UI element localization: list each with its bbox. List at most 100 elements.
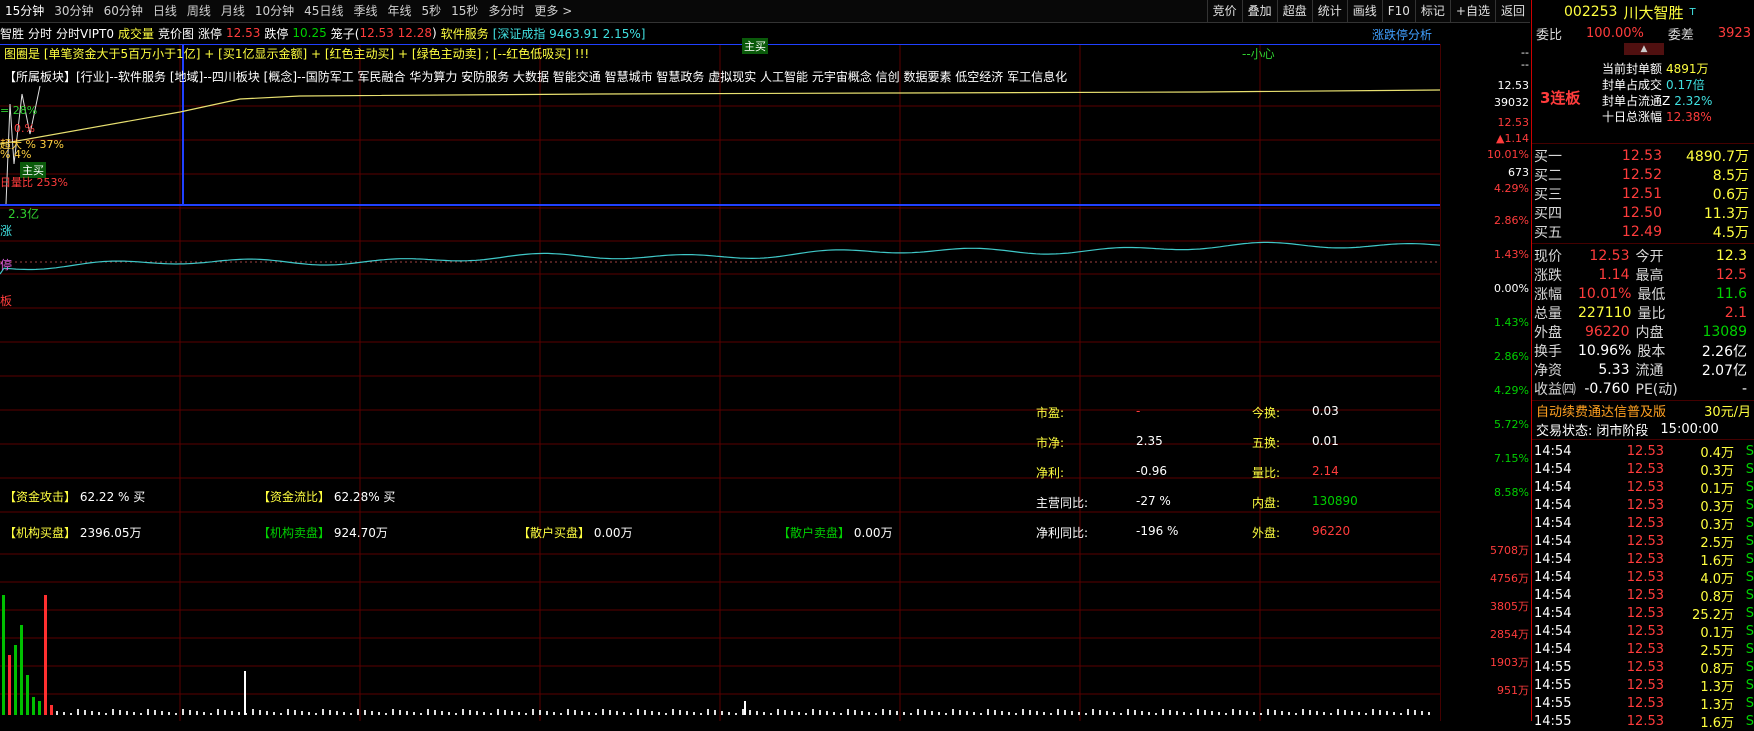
bid-book: 买一 12.53 4890.7万 买二 12.52 8.5万 买三 12.51 0.6万 买四 12…: [1532, 144, 1754, 244]
quote-value: 10.96%: [1578, 343, 1632, 359]
fin-inner-label: 内盘:: [1252, 496, 1281, 510]
volume-bar: [952, 709, 954, 715]
zj-flow: 【资金流比】 62.28% 买: [258, 488, 395, 505]
volume-bar: [770, 713, 772, 715]
quote-row: 总量 227110 量比 2.1: [1532, 303, 1754, 322]
bid-price: 12.50: [1621, 205, 1662, 221]
axis-label: 10.01%: [1487, 148, 1529, 161]
sector-label[interactable]: 软件服务: [441, 25, 489, 42]
chevron-up-icon[interactable]: ▲: [1624, 43, 1664, 55]
volume-bar: [1057, 709, 1059, 715]
tab-fenshi[interactable]: 分时: [28, 25, 52, 42]
timeframe-tab-11[interactable]: 15秒: [446, 0, 483, 22]
volume-bar: [672, 709, 674, 715]
timeframe-tab-6[interactable]: 10分钟: [250, 0, 299, 22]
quote-label: 最高: [1635, 268, 1664, 284]
bid-row[interactable]: 买五 12.49 4.5万: [1532, 222, 1754, 241]
timeframe-tab-4[interactable]: 周线: [182, 0, 216, 22]
ad-price[interactable]: 30元/月: [1704, 401, 1751, 420]
timeframe-tab-2[interactable]: 60分钟: [99, 0, 148, 22]
toolbar-button-8[interactable]: 返回: [1494, 0, 1530, 22]
volume-bar: [329, 710, 331, 715]
timeframe-tab-3[interactable]: 日线: [148, 0, 182, 22]
volume-axis-label: 4756万: [1490, 572, 1529, 585]
weicha-label: 委差: [1667, 28, 1694, 43]
volume-bar: [1428, 712, 1430, 715]
inst-sell: 【机构卖盘】 924.70万: [258, 524, 388, 541]
timeframe-tab-9[interactable]: 年线: [382, 0, 416, 22]
volume-bar: [1015, 713, 1017, 715]
toolbar-button-1[interactable]: 叠加: [1241, 0, 1277, 22]
tab-fenshi-vip[interactable]: 分时VIPT0: [56, 25, 114, 42]
volume-indicator-label[interactable]: 成交量: [118, 25, 154, 42]
volume-bar: [840, 713, 842, 715]
quote-value: 12.3: [1715, 248, 1747, 264]
volume-bar: [518, 712, 520, 715]
seal-line-value: 0.17倍: [1666, 78, 1705, 92]
toolbar-button-4[interactable]: 画线: [1346, 0, 1382, 22]
volume-bar: [1239, 710, 1241, 715]
bid-price: 12.51: [1621, 186, 1662, 202]
timeframe-tab-8[interactable]: 季线: [348, 0, 382, 22]
volume-bar: [70, 713, 72, 715]
status-value: 闭市阶段: [1596, 424, 1649, 439]
axis-label: 39032: [1494, 96, 1529, 109]
timeframe-tab-5[interactable]: 月线: [216, 0, 250, 22]
limit-analysis-button[interactable]: 涨跌停分析: [1372, 26, 1432, 43]
toolbar-button-2[interactable]: 超盘: [1276, 0, 1312, 22]
bid-row[interactable]: 买三 12.51 0.6万: [1532, 184, 1754, 203]
volume-bar: [1190, 713, 1192, 715]
axis-label: 8.58%: [1494, 486, 1529, 499]
bid-row[interactable]: 买二 12.52 8.5万: [1532, 165, 1754, 184]
bid-label: 买一: [1534, 149, 1562, 165]
bid-volume: 11.3万: [1703, 206, 1749, 222]
quote-label: 量比: [1637, 306, 1666, 322]
intraday-chart[interactable]: 图圈是 [单笔资金大于5百万小于1亿] + [买1亿显示金额] + [红色主动买…: [0, 28, 1441, 721]
volume-bar: [44, 595, 47, 715]
ad-text[interactable]: 自动续费通达信普及版: [1536, 401, 1666, 420]
volume-bar: [721, 711, 723, 715]
tick-row: 14:54 12.53 0.3万 S: [1532, 460, 1754, 479]
tick-volume: 0.1万: [1700, 626, 1734, 641]
toolbar-button-6[interactable]: 标记: [1414, 0, 1450, 22]
volume-bar: [679, 710, 681, 715]
tick-list[interactable]: 14:54 12.53 0.4万 S 14:54 12.53 0.3万 S 14:54 12.53…: [1532, 440, 1754, 731]
toolbar-button-7[interactable]: +自选: [1449, 0, 1495, 22]
tick-side: S: [1745, 714, 1754, 729]
toolbar-button-3[interactable]: 统计: [1311, 0, 1347, 22]
tick-volume: 1.6万: [1700, 554, 1734, 569]
axis-label: 2.86%: [1494, 214, 1529, 227]
volume-bar: [1022, 709, 1024, 715]
retail-buy-value: 0.00万: [593, 526, 633, 540]
quote-row: 换手 10.96% 股本 2.26亿: [1532, 341, 1754, 360]
quote-label: 净资: [1534, 363, 1562, 379]
timeframe-tab-12[interactable]: 多分时: [483, 0, 529, 22]
toolbar-button-0[interactable]: 竞价: [1206, 0, 1242, 22]
ad-row[interactable]: 自动续费通达信普及版 30元/月: [1532, 401, 1754, 420]
tick-time: 14:54: [1534, 498, 1572, 513]
volume-bar: [707, 709, 709, 715]
volume-bar: [1386, 711, 1388, 715]
timeframe-tab-13[interactable]: 更多 >: [529, 0, 577, 22]
bid-row[interactable]: 买四 12.50 11.3万: [1532, 203, 1754, 222]
timeframe-tab-1[interactable]: 30分钟: [49, 0, 98, 22]
toolbar-button-5[interactable]: F10: [1381, 0, 1415, 22]
timeframe-tab-7[interactable]: 45日线: [299, 0, 348, 22]
bid-row[interactable]: 买一 12.53 4890.7万: [1532, 146, 1754, 165]
volume-bar: [1155, 713, 1157, 715]
volume-bar: [105, 713, 107, 715]
tick-volume: 1.6万: [1700, 716, 1734, 731]
volume-bar: [966, 711, 968, 715]
bid-label: 买五: [1534, 225, 1562, 241]
quote-value: 13089: [1702, 324, 1747, 340]
tick-row: 14:54 12.53 2.5万 S: [1532, 640, 1754, 659]
volume-bar: [476, 711, 478, 715]
timeframe-tab-10[interactable]: 5秒: [416, 0, 446, 22]
volume-bar: [210, 713, 212, 715]
tick-volume: 4.0万: [1700, 572, 1734, 587]
timeframe-tab-0[interactable]: 15分钟: [0, 0, 49, 22]
volume-bar: [399, 710, 401, 715]
volume-bar: [847, 709, 849, 715]
auction-chart-label[interactable]: 竞价图: [158, 25, 194, 42]
retail-buy-label: 【散户买盘】: [518, 526, 591, 540]
